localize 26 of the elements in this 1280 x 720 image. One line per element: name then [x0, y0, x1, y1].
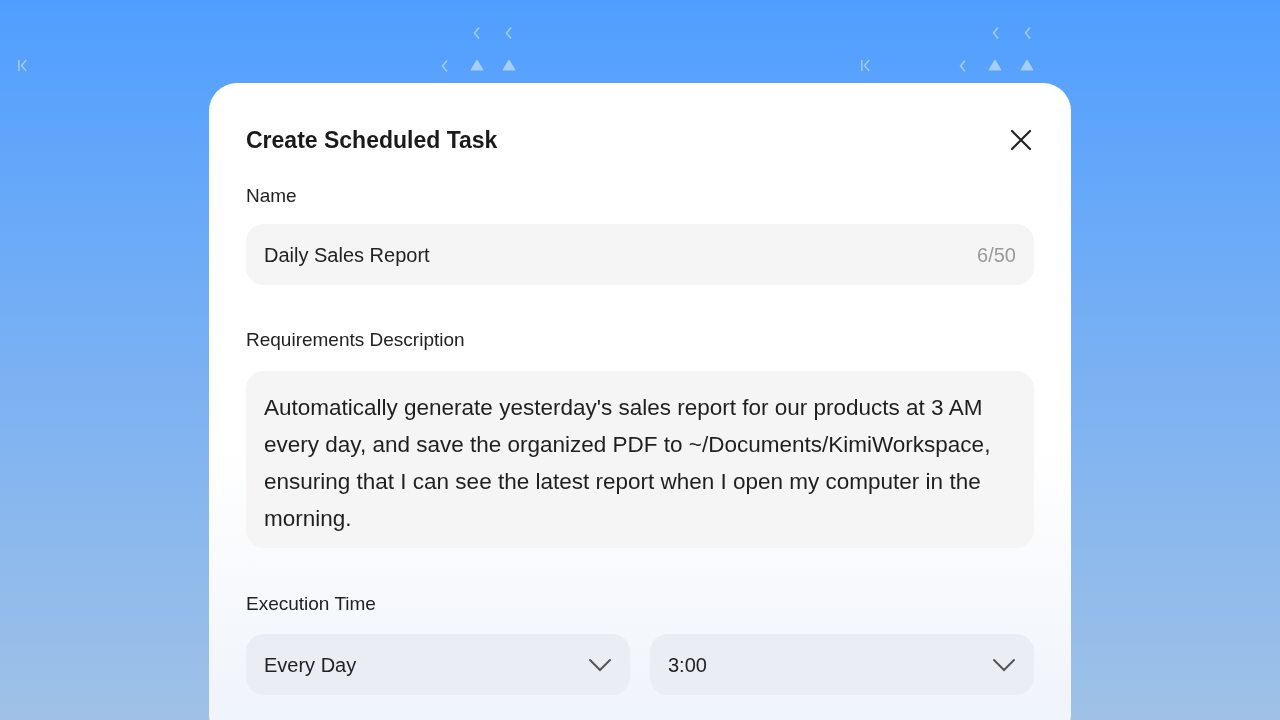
triangle-icon: [470, 59, 484, 71]
chevron-left-icon: [472, 26, 482, 40]
collapse-icon: [860, 59, 871, 72]
select-dropdown[interactable]: 3:00: [650, 634, 1034, 695]
triangle-icon: [988, 59, 1002, 71]
select-dropdown[interactable]: Every Day: [246, 634, 630, 695]
field-label: Execution Time: [246, 591, 377, 616]
chevron-left-icon: [958, 59, 968, 73]
select-value: 3:00: [668, 652, 707, 678]
chevron-left-icon: [1023, 26, 1033, 40]
triangle-icon: [502, 59, 516, 71]
collapse-icon: [17, 59, 28, 72]
triangle-icon: [1020, 59, 1034, 71]
character-counter: 6/50: [977, 242, 1016, 268]
field-label: Name: [246, 183, 298, 208]
chevron-down-icon: [992, 657, 1016, 672]
description-field[interactable]: Automatically generate yesterday's sales report for our products at 3 AM every day, and save the organized PDF to ~/Documents/KimiWorkspace, ensuring that I can see the latest report when I open my computer in the morning.: [246, 370, 1034, 548]
select-value: Every Day: [264, 652, 357, 678]
chevron-left-icon: [991, 26, 1001, 40]
field-label: Requirements Description: [246, 328, 466, 352]
name-field[interactable]: Daily Sales Report 6/50: [246, 224, 1034, 285]
chevron-down-icon: [588, 657, 612, 672]
chevron-left-icon: [504, 26, 514, 40]
dialog-title: Create Scheduled Task: [246, 126, 498, 155]
field-value: Daily Sales Report: [264, 242, 430, 268]
chevron-left-icon: [440, 59, 450, 73]
